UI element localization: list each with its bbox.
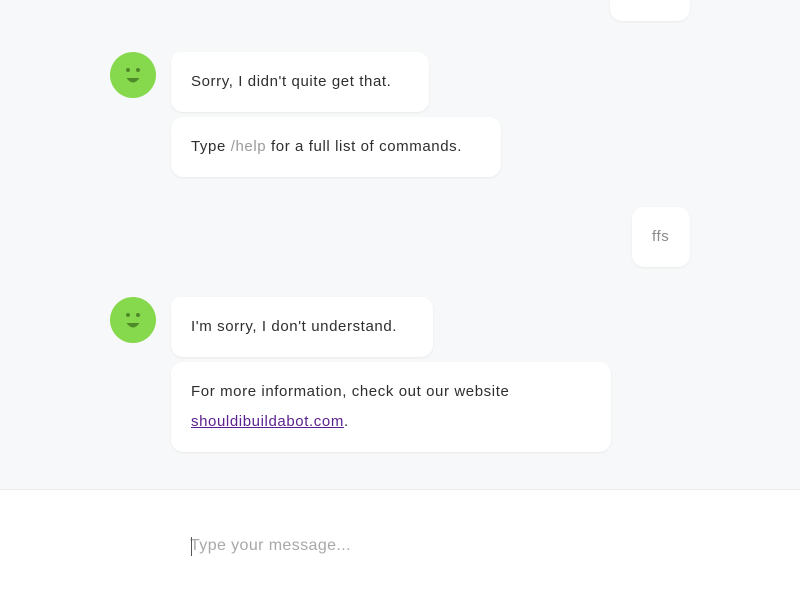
bot-message-bubble: Sorry, I didn't quite get that.	[171, 52, 429, 112]
bot-message-bubble: Type /help for a full list of commands.	[171, 117, 501, 177]
website-link[interactable]: shouldibuildabot.com	[191, 413, 344, 430]
previous-user-message	[610, 0, 690, 21]
chat-transcript: Sorry, I didn't quite get that. Type /he…	[0, 0, 800, 490]
message-composer	[0, 490, 800, 600]
bot-message-text: I'm sorry, I don't understand.	[191, 318, 398, 335]
bot-message-text: Type	[191, 138, 231, 155]
smiley-face-icon	[126, 68, 140, 83]
bot-message-bubble: For more information, check out our webs…	[171, 362, 611, 452]
smiley-face-icon	[126, 313, 140, 328]
bot-message-text: For more information, check out our webs…	[191, 383, 510, 400]
message-input[interactable]	[190, 533, 690, 559]
bot-avatar	[110, 297, 156, 343]
bot-avatar	[110, 52, 156, 98]
user-message-bubble: ffs	[632, 207, 690, 267]
help-command: /help	[230, 138, 267, 155]
bot-message-text: for a full list of commands.	[266, 138, 463, 155]
text-cursor	[191, 537, 192, 556]
bot-message-text: Sorry, I didn't quite get that.	[191, 73, 392, 90]
bot-message-text: .	[343, 413, 349, 430]
bot-message-bubble: I'm sorry, I don't understand.	[171, 297, 433, 357]
user-message-text: ffs	[652, 228, 670, 245]
